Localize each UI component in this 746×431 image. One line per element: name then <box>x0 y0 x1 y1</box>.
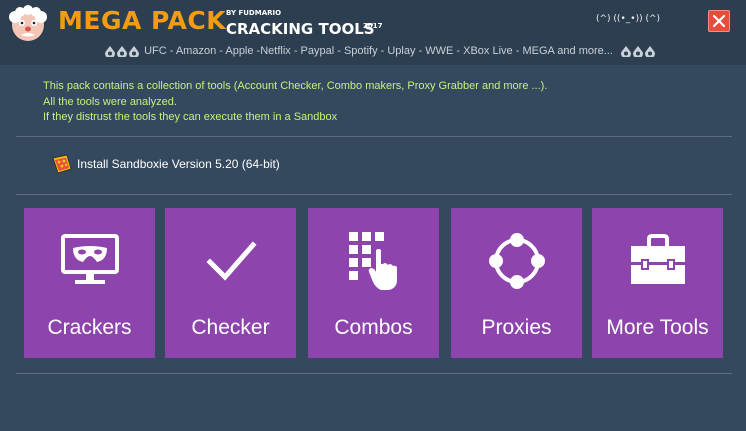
info-line: All the tools were analyzed. <box>43 95 177 108</box>
tile-label: Checker <box>191 316 270 339</box>
info-line: This pack contains a collection of tools… <box>43 80 548 92</box>
title-bar[interactable]: MEGA PACK BY FUDMARIO CRACKING TOOLS 201… <box>0 0 746 65</box>
divider <box>16 136 732 137</box>
close-icon <box>713 15 725 27</box>
app-title: MEGA PACK <box>58 6 227 35</box>
toolbox-icon <box>630 234 685 284</box>
tile-label: Proxies <box>481 316 552 339</box>
app-subtitle: CRACKING TOOLS <box>226 20 375 38</box>
tile-label: Combos <box>334 316 413 339</box>
drops-left-icon <box>105 46 139 58</box>
app-window: MEGA PACK BY FUDMARIO CRACKING TOOLS 201… <box>0 0 746 431</box>
author-credit: BY FUDMARIO <box>226 9 282 17</box>
info-text: This pack contains a collection of tools… <box>43 79 547 126</box>
sandboxie-label: Install Sandboxie Version 5.20 (64-bit) <box>77 157 280 171</box>
drops-right-icon <box>620 46 655 58</box>
keypad-touch-icon <box>348 232 397 290</box>
services-bar: UFC - Amazon - Apple -Netflix - Paypal -… <box>104 44 657 58</box>
divider <box>16 194 732 195</box>
combos-tile[interactable]: Combos <box>308 208 439 358</box>
tile-label: Crackers <box>47 316 132 339</box>
app-year: 2017 <box>363 22 383 30</box>
checker-tile[interactable]: Checker <box>165 208 296 358</box>
more-tools-tile[interactable]: More Tools <box>592 208 723 358</box>
network-circle-icon <box>488 233 545 289</box>
info-line: If they distrust the tools they can exec… <box>43 111 338 123</box>
close-button[interactable] <box>708 10 730 32</box>
services-list: UFC - Amazon - Apple -Netflix - Paypal -… <box>144 45 613 57</box>
proxies-tile[interactable]: Proxies <box>451 208 582 358</box>
install-sandboxie-link[interactable]: Install Sandboxie Version 5.20 (64-bit) <box>50 152 280 176</box>
checkmark-icon <box>205 241 257 281</box>
tile-label: More Tools <box>606 316 709 339</box>
mask-monitor-icon <box>60 234 119 284</box>
divider <box>16 373 732 374</box>
mascot-avatar-icon <box>9 5 47 41</box>
crackers-tile[interactable]: Crackers <box>24 208 155 358</box>
emoticon-text: (^) ((•_•)) (^) <box>596 14 661 24</box>
sandboxie-icon <box>52 154 72 174</box>
